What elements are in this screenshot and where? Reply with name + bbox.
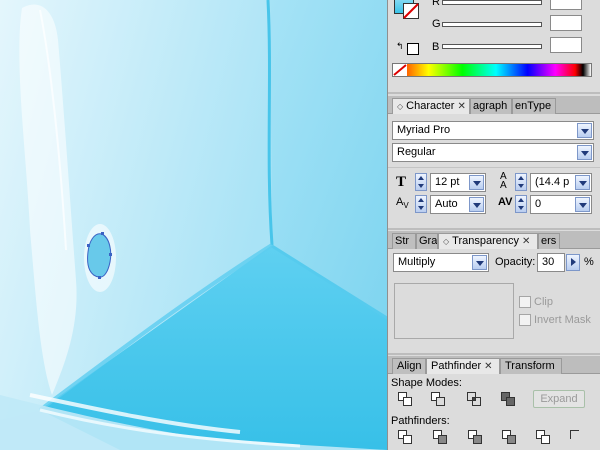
crop-icon[interactable] bbox=[502, 430, 518, 446]
tab-gradient[interactable]: Gra bbox=[416, 233, 438, 249]
chevron-right-icon bbox=[571, 258, 576, 266]
chevron-down-icon[interactable] bbox=[575, 175, 590, 190]
merge-icon[interactable] bbox=[468, 430, 484, 446]
tab-transparency[interactable]: ◇ Transparency ✕ bbox=[438, 233, 538, 249]
tab-opentype-label: enType bbox=[515, 100, 552, 112]
blend-mode-select[interactable]: Multiply bbox=[393, 253, 489, 272]
default-colors-icon[interactable]: ↰ bbox=[396, 41, 420, 55]
transparency-panel-body: Multiply Opacity: 30 % Clip Invert Mask bbox=[388, 249, 600, 353]
font-size-icon: T bbox=[396, 174, 407, 190]
exclude-icon[interactable] bbox=[501, 392, 517, 408]
chevron-down-icon[interactable] bbox=[469, 175, 484, 190]
channel-r-slider[interactable] bbox=[442, 0, 542, 5]
tab-align[interactable]: Align bbox=[392, 358, 426, 374]
tracking-value: 0 bbox=[535, 198, 542, 210]
font-family-select[interactable]: Myriad Pro bbox=[392, 121, 594, 140]
tab-layers-label: ers bbox=[541, 235, 557, 247]
leading-value: (14.4 p bbox=[535, 176, 570, 188]
expand-label: Expand bbox=[540, 393, 578, 405]
tab-transparency-label: Transparency bbox=[452, 235, 519, 247]
expand-button[interactable]: Expand bbox=[533, 390, 585, 408]
fill-stroke-swatch[interactable] bbox=[394, 0, 420, 20]
tab-stroke[interactable]: Str bbox=[392, 233, 416, 249]
tab-opentype[interactable]: enType bbox=[512, 98, 556, 114]
tab-pathfinder[interactable]: Pathfinder ✕ bbox=[426, 358, 500, 374]
tracking-select[interactable]: 0 bbox=[530, 195, 592, 214]
opacity-value: 30 bbox=[542, 256, 555, 268]
tab-transform-label: Transform bbox=[505, 360, 555, 372]
close-icon[interactable]: ✕ bbox=[457, 101, 465, 112]
channel-g-slider[interactable] bbox=[442, 22, 542, 27]
panels-dock: ↰ R G B ◇ Character ✕ agraph enType Myriad… bbox=[387, 0, 600, 450]
artboard-canvas[interactable] bbox=[0, 0, 387, 450]
tab-stroke-label: Str bbox=[395, 235, 410, 247]
pathfinder-panel-body: Shape Modes: Expand Pathfinders: bbox=[388, 374, 600, 450]
tracking-icon: AV bbox=[498, 196, 513, 208]
channel-r-label: R bbox=[432, 0, 440, 8]
chevron-down-icon[interactable] bbox=[577, 145, 592, 160]
opacity-mask-thumbnail[interactable] bbox=[394, 283, 514, 339]
clip-checkbox[interactable] bbox=[519, 296, 531, 308]
chevron-down-icon[interactable] bbox=[469, 197, 484, 212]
minus-front-icon[interactable] bbox=[431, 392, 447, 408]
channel-b-slider[interactable] bbox=[442, 44, 542, 49]
tab-layers[interactable]: ers bbox=[538, 233, 560, 249]
opacity-unit: % bbox=[584, 256, 594, 268]
channel-b-value[interactable] bbox=[550, 37, 582, 53]
tab-character-label: Character bbox=[406, 100, 455, 112]
color-spectrum-bar[interactable] bbox=[392, 63, 592, 77]
shape-modes-label: Shape Modes: bbox=[391, 377, 462, 389]
divide-icon[interactable] bbox=[398, 430, 414, 446]
clip-label: Clip bbox=[534, 296, 553, 308]
kerning-value: Auto bbox=[435, 198, 458, 210]
minus-back-icon[interactable] bbox=[570, 430, 586, 446]
tab-align-label: Align bbox=[397, 360, 422, 372]
font-style-select[interactable]: Regular bbox=[392, 143, 594, 162]
channel-g-value[interactable] bbox=[550, 15, 582, 31]
invert-mask-label: Invert Mask bbox=[534, 314, 591, 326]
tracking-stepper[interactable] bbox=[515, 195, 527, 213]
unite-icon[interactable] bbox=[398, 392, 414, 408]
character-panel-tabs: ◇ Character ✕ agraph enType bbox=[388, 96, 600, 114]
close-icon[interactable]: ✕ bbox=[484, 361, 492, 372]
tab-paragraph-label: agraph bbox=[473, 100, 508, 112]
invert-mask-checkbox[interactable] bbox=[519, 314, 531, 326]
kerning-stepper[interactable] bbox=[415, 195, 427, 213]
leading-stepper[interactable] bbox=[515, 173, 527, 191]
outline-icon[interactable] bbox=[536, 430, 552, 446]
chevron-down-icon[interactable] bbox=[577, 123, 592, 138]
tab-transform[interactable]: Transform bbox=[500, 358, 562, 374]
font-family-value: Myriad Pro bbox=[397, 124, 451, 136]
close-icon[interactable]: ✕ bbox=[522, 236, 530, 247]
chevron-down-icon[interactable] bbox=[575, 197, 590, 212]
trim-icon[interactable] bbox=[433, 430, 449, 446]
opacity-slider-button[interactable] bbox=[566, 254, 580, 271]
channel-g-label: G bbox=[432, 18, 441, 30]
font-size-select[interactable]: 12 pt bbox=[430, 173, 486, 192]
pathfinders-label: Pathfinders: bbox=[391, 415, 450, 427]
chevron-down-icon[interactable] bbox=[472, 255, 487, 270]
channel-b-label: B bbox=[432, 41, 440, 53]
intersect-icon[interactable] bbox=[467, 392, 483, 408]
tab-gradient-label: Gra bbox=[419, 235, 438, 247]
leading-select[interactable]: (14.4 p bbox=[530, 173, 592, 192]
leading-icon: AA bbox=[500, 171, 507, 191]
character-panel-body: Myriad Pro Regular T 12 pt AA (14.4 p AV… bbox=[388, 114, 600, 228]
font-size-value: 12 pt bbox=[435, 176, 460, 188]
tab-character[interactable]: ◇ Character ✕ bbox=[392, 98, 470, 114]
kerning-icon: AV bbox=[396, 196, 409, 211]
tab-pathfinder-label: Pathfinder bbox=[431, 360, 482, 372]
opacity-label: Opacity: bbox=[495, 256, 536, 268]
channel-r-value[interactable] bbox=[550, 0, 582, 10]
opacity-input[interactable]: 30 bbox=[537, 253, 565, 272]
tab-paragraph[interactable]: agraph bbox=[470, 98, 512, 114]
font-style-value: Regular bbox=[397, 146, 436, 158]
color-panel: ↰ R G B bbox=[388, 0, 600, 92]
pathfinder-panel-tabs: Align Pathfinder ✕ Transform bbox=[388, 356, 600, 374]
transparency-panel-tabs: Str Gra ◇ Transparency ✕ ers bbox=[388, 231, 600, 249]
font-size-stepper[interactable] bbox=[415, 173, 427, 191]
blend-mode-value: Multiply bbox=[398, 256, 436, 268]
kerning-select[interactable]: Auto bbox=[430, 195, 486, 214]
ice-cube-artwork bbox=[0, 0, 387, 450]
